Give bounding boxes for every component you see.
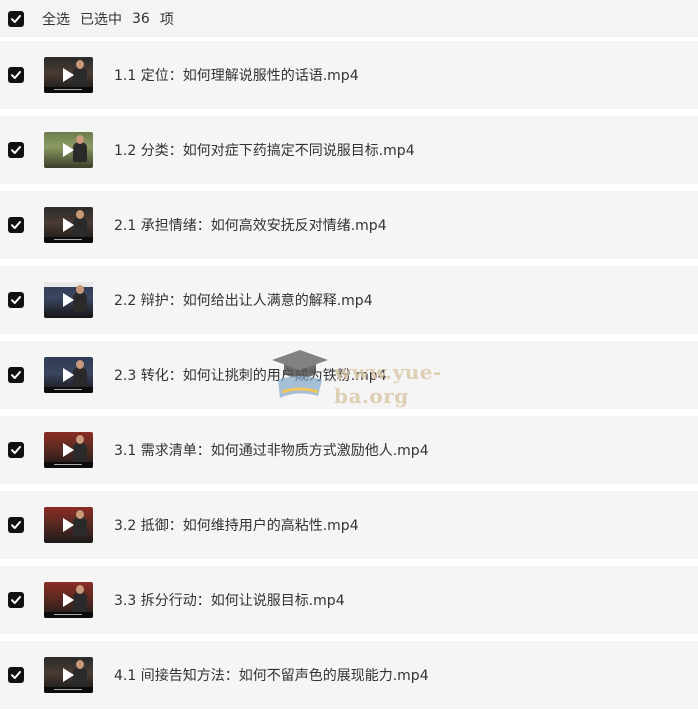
check-icon	[11, 596, 21, 604]
file-title[interactable]: 1.1 定位：如何理解说服性的话语.mp4	[114, 65, 359, 85]
video-thumbnail[interactable]	[44, 207, 93, 243]
check-icon	[11, 14, 21, 23]
video-thumbnail[interactable]	[44, 57, 93, 93]
thumbnail-caption-bar	[44, 462, 93, 468]
thumbnail-caption-bar	[44, 237, 93, 243]
file-row[interactable]: 4.1 间接告知方法：如何不留声色的展现能力.mp4	[0, 641, 698, 709]
play-icon	[63, 293, 74, 307]
selected-prefix: 已选中	[80, 11, 122, 28]
play-icon	[63, 593, 74, 607]
thumbnail-caption-bar	[44, 387, 93, 393]
speaker-figure	[73, 660, 87, 687]
selection-header: 全选 已选中 36 项	[0, 0, 698, 37]
video-thumbnail[interactable]	[44, 582, 93, 618]
video-thumbnail[interactable]	[44, 507, 93, 543]
thumbnail-title-strip	[44, 282, 93, 287]
file-title[interactable]: 3.2 抵御：如何维持用户的高粘性.mp4	[114, 515, 359, 535]
file-checkbox[interactable]	[8, 592, 24, 608]
speaker-figure	[73, 360, 87, 387]
file-row[interactable]: 3.2 抵御：如何维持用户的高粘性.mp4	[0, 491, 698, 559]
video-thumbnail[interactable]	[44, 132, 93, 168]
file-checkbox[interactable]	[8, 517, 24, 533]
file-title[interactable]: 2.3 转化：如何让挑刺的用户成为铁粉.mp4	[114, 365, 387, 385]
play-icon	[63, 668, 74, 682]
check-icon	[11, 521, 21, 529]
file-row[interactable]: 2.3 转化：如何让挑刺的用户成为铁粉.mp4	[0, 341, 698, 409]
file-checkbox[interactable]	[8, 367, 24, 383]
selected-suffix: 项	[159, 11, 174, 28]
file-checkbox[interactable]	[8, 442, 24, 458]
file-title[interactable]: 4.1 间接告知方法：如何不留声色的展现能力.mp4	[114, 665, 429, 685]
check-icon	[11, 371, 21, 379]
file-title[interactable]: 2.1 承担情绪：如何高效安抚反对情绪.mp4	[114, 215, 387, 235]
file-checkbox[interactable]	[8, 217, 24, 233]
speaker-figure	[73, 510, 87, 537]
file-row[interactable]: 3.3 拆分行动：如何让说服目标.mp4	[0, 566, 698, 634]
speaker-figure	[73, 210, 87, 237]
check-icon	[11, 296, 21, 304]
thumbnail-caption-bar	[44, 687, 93, 693]
check-icon	[11, 446, 21, 454]
speaker-figure	[73, 585, 87, 612]
video-thumbnail[interactable]	[44, 357, 93, 393]
file-title[interactable]: 1.2 分类：如何对症下药搞定不同说服目标.mp4	[114, 140, 415, 160]
file-title[interactable]: 3.1 需求清单：如何通过非物质方式激励他人.mp4	[114, 440, 429, 460]
selected-count: 36	[132, 10, 150, 27]
file-row[interactable]: 1.2 分类：如何对症下药搞定不同说服目标.mp4	[0, 116, 698, 184]
play-icon	[63, 143, 74, 157]
file-checkbox[interactable]	[8, 667, 24, 683]
play-icon	[63, 443, 74, 457]
play-icon	[63, 68, 74, 82]
file-checkbox[interactable]	[8, 67, 24, 83]
file-title[interactable]: 3.3 拆分行动：如何让说服目标.mp4	[114, 590, 345, 610]
file-row[interactable]: 3.1 需求清单：如何通过非物质方式激励他人.mp4	[0, 416, 698, 484]
check-icon	[11, 146, 21, 154]
video-thumbnail[interactable]	[44, 282, 93, 318]
video-thumbnail[interactable]	[44, 432, 93, 468]
file-row[interactable]: 2.1 承担情绪：如何高效安抚反对情绪.mp4	[0, 191, 698, 259]
play-icon	[63, 518, 74, 532]
select-all-checkbox[interactable]	[8, 10, 24, 27]
play-icon	[63, 368, 74, 382]
speaker-figure	[73, 435, 87, 462]
thumbnail-caption-bar	[44, 87, 93, 93]
file-checkbox[interactable]	[8, 142, 24, 158]
play-icon	[63, 218, 74, 232]
speaker-figure	[73, 135, 87, 162]
speaker-figure	[73, 285, 87, 312]
file-title[interactable]: 2.2 辩护：如何给出让人满意的解释.mp4	[114, 290, 373, 310]
check-icon	[11, 221, 21, 229]
check-icon	[11, 671, 21, 679]
video-thumbnail[interactable]	[44, 657, 93, 693]
speaker-figure	[73, 60, 87, 87]
file-checkbox[interactable]	[8, 292, 24, 308]
thumbnail-caption-bar	[44, 612, 93, 618]
file-row[interactable]: 1.1 定位：如何理解说服性的话语.mp4	[0, 41, 698, 109]
check-icon	[11, 71, 21, 79]
file-list: 1.1 定位：如何理解说服性的话语.mp4 1.2 分类：如何对症下药搞定不同说…	[0, 41, 698, 716]
file-row[interactable]: 2.2 辩护：如何给出让人满意的解释.mp4	[0, 266, 698, 334]
select-all-label[interactable]: 全选	[42, 9, 70, 29]
